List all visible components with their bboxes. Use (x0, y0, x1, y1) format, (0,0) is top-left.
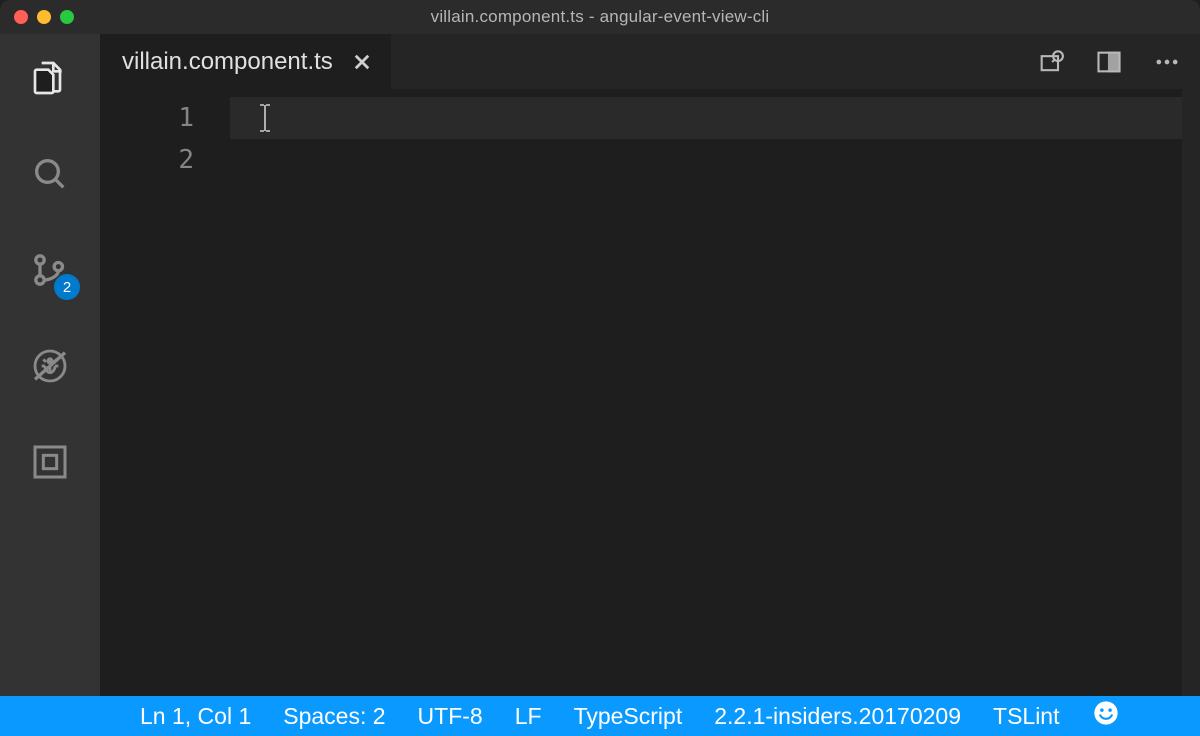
debug-icon[interactable] (26, 342, 74, 390)
editor-actions (1036, 34, 1200, 89)
titlebar: villain.component.ts - angular-event-vie… (0, 0, 1200, 34)
status-linter[interactable]: TSLint (977, 703, 1075, 730)
editor[interactable]: 1 2 (100, 89, 1200, 696)
code-area[interactable] (230, 89, 1182, 696)
activity-bar: 2 (0, 34, 100, 696)
search-icon[interactable] (26, 150, 74, 198)
close-tab-icon[interactable] (351, 51, 373, 73)
scm-badge: 2 (54, 274, 80, 300)
line-gutter: 1 2 (100, 89, 230, 696)
show-problems-icon[interactable] (1036, 47, 1066, 77)
source-control-icon[interactable]: 2 (26, 246, 74, 294)
more-actions-icon[interactable] (1152, 47, 1182, 77)
status-cursor-position[interactable]: Ln 1, Col 1 (12, 703, 267, 730)
tab-label: villain.component.ts (122, 48, 333, 76)
minimize-window-button[interactable] (37, 10, 51, 24)
status-ts-version[interactable]: 2.2.1-insiders.20170209 (698, 703, 977, 730)
maximize-window-button[interactable] (60, 10, 74, 24)
tab-active[interactable]: villain.component.ts (100, 34, 391, 89)
window-controls (14, 0, 74, 34)
status-bar: Ln 1, Col 1 Spaces: 2 UTF-8 LF TypeScrip… (0, 696, 1200, 736)
minimap[interactable] (1182, 89, 1200, 696)
code-line[interactable] (230, 139, 1182, 181)
status-eol[interactable]: LF (499, 703, 558, 730)
tab-bar: villain.component.ts (100, 34, 1200, 89)
split-editor-icon[interactable] (1094, 47, 1124, 77)
line-number: 1 (100, 97, 230, 139)
editor-group: villain.component.ts (100, 34, 1200, 696)
line-number: 2 (100, 139, 230, 181)
text-cursor-icon (258, 103, 272, 139)
status-encoding[interactable]: UTF-8 (402, 703, 499, 730)
code-line-current[interactable] (230, 97, 1182, 139)
window-title: villain.component.ts - angular-event-vie… (0, 7, 1200, 27)
extensions-icon[interactable] (26, 438, 74, 486)
status-indentation[interactable]: Spaces: 2 (267, 703, 401, 730)
close-window-button[interactable] (14, 10, 28, 24)
status-language[interactable]: TypeScript (558, 703, 699, 730)
feedback-smiley-icon[interactable] (1076, 699, 1136, 733)
explorer-icon[interactable] (26, 54, 74, 102)
